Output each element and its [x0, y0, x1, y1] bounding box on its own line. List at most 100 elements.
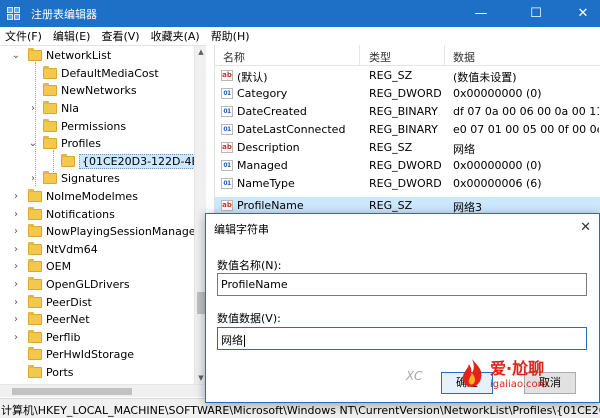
chevron-right-icon[interactable]: › [11, 206, 21, 223]
folder-icon [28, 330, 42, 343]
key-tree: ⌄ NetworkList DefaultMediaCost NewNetwor… [0, 45, 206, 397]
menu-file[interactable]: 文件(F) [0, 28, 48, 44]
tree-item-label: OpenGLDrivers [46, 278, 130, 291]
tree-item-newnetworks[interactable]: NewNetworks [43, 82, 137, 99]
tree-item-notifications[interactable]: › Notifications [11, 206, 115, 223]
value-name: DateLastConnected [237, 123, 346, 136]
column-type[interactable]: 类型 [369, 49, 391, 65]
tree-item-profile-guid[interactable]: {01CE20D3-122D-4EF0- [61, 153, 206, 170]
value-type: REG_SZ [369, 69, 413, 82]
table-row[interactable]: 01 NameType REG_DWORD 0x00000006 (6) [215, 175, 600, 193]
value-data: 0x00000006 (6) [453, 177, 542, 190]
chevron-right-icon[interactable]: › [11, 258, 21, 275]
tree-item-peerdist[interactable]: › PeerDist [11, 294, 92, 311]
tree-item-opengldrivers[interactable]: › OpenGLDrivers [11, 276, 130, 293]
table-row[interactable]: ab (默认) REG_SZ (数值未设置) [215, 67, 600, 85]
table-row[interactable]: 01 Category REG_DWORD 0x00000000 (0) [215, 85, 600, 103]
value-name-label: 数值名称(N): [217, 259, 282, 272]
value-name: Category [237, 87, 288, 100]
menu-edit[interactable]: 编辑(E) [48, 28, 97, 44]
folder-icon [28, 277, 42, 290]
regedit-icon [7, 6, 23, 21]
table-row[interactable]: 01 DateLastConnected REG_BINARY e0 07 01… [215, 121, 600, 139]
value-name-text: ProfileName [221, 278, 288, 291]
tree-item-networklist[interactable]: ⌄ NetworkList [11, 47, 111, 64]
chevron-down-icon[interactable]: ⌄ [11, 47, 21, 64]
menu-view[interactable]: 查看(V) [96, 28, 145, 44]
scroll-up-arrow-icon[interactable]: ▲ [195, 46, 207, 58]
chevron-right-icon[interactable]: › [11, 223, 21, 240]
value-data: (数值未设置) [453, 71, 517, 84]
tree-item-ntvdm64[interactable]: › NtVdm64 [11, 241, 98, 258]
value-type: REG_DWORD [369, 87, 442, 100]
chevron-right-icon[interactable]: › [11, 188, 21, 205]
binary-value-icon: 01 [221, 178, 233, 189]
tree-item-oem[interactable]: › OEM [11, 258, 71, 275]
menu-help[interactable]: 帮助(H) [206, 28, 256, 44]
table-row[interactable]: 01 DateCreated REG_BINARY df 07 0a 00 06… [215, 103, 600, 121]
value-name-field[interactable]: ProfileName [217, 273, 587, 296]
column-name[interactable]: 名称 [223, 49, 245, 65]
chevron-right-icon[interactable]: › [11, 241, 21, 258]
tree-item-label: Nla [61, 102, 80, 115]
tree-item-label: PerHwIdStorage [46, 348, 135, 361]
tree-item-ports[interactable]: Ports [11, 364, 74, 381]
folder-icon [43, 119, 57, 132]
chevron-right-icon[interactable]: › [11, 276, 21, 293]
chevron-right-icon[interactable]: › [11, 311, 21, 328]
folder-icon [28, 295, 42, 308]
value-data: 0x00000000 (0) [453, 87, 542, 100]
dialog-title-bar[interactable]: 编辑字符串 [206, 214, 599, 243]
folder-icon [43, 136, 57, 149]
table-row[interactable]: ab Description REG_SZ 网络 [215, 139, 600, 157]
value-data: 网络 [453, 143, 475, 156]
tree-item-label: NetworkList [46, 49, 112, 62]
binary-value-icon: 01 [221, 106, 233, 117]
tree-item-perflib[interactable]: › Perflib [11, 329, 81, 346]
tree-item-nla[interactable]: › Nla [28, 100, 79, 117]
tree-item-defaultmediacost[interactable]: DefaultMediaCost [43, 65, 159, 82]
tree-horizontal-scrollbar[interactable] [0, 384, 206, 397]
maximize-button[interactable]: ☐ [519, 0, 553, 27]
chevron-right-icon[interactable]: › [28, 100, 38, 117]
minimize-button[interactable]: — [464, 0, 498, 27]
value-data-field[interactable]: 网络 [217, 327, 587, 350]
tree-item-label: NewNetworks [61, 84, 137, 97]
column-data[interactable]: 数据 [453, 49, 475, 65]
chevron-right-icon[interactable]: › [11, 329, 21, 346]
string-value-icon: ab [221, 142, 233, 153]
chevron-right-icon[interactable] [11, 346, 21, 363]
value-type: REG_SZ [369, 141, 413, 154]
chevron-down-icon[interactable]: ⌄ [28, 135, 38, 152]
tree-item-label: PeerDist [46, 296, 92, 309]
menu-bar: 文件(F) 编辑(E) 查看(V) 收藏夹(A) 帮助(H) [0, 27, 600, 45]
tree-item-profiles[interactable]: ⌄ Profiles [28, 135, 101, 152]
folder-icon [28, 365, 42, 378]
dialog-title: 编辑字符串 [214, 222, 269, 236]
close-button[interactable]: ✕ [566, 0, 600, 27]
close-icon[interactable]: ✕ [580, 220, 591, 235]
tree-item-peernet[interactable]: › PeerNet [11, 311, 90, 328]
value-data: e0 07 01 00 05 00 0f 00 0e 0 [453, 123, 599, 136]
chevron-right-icon[interactable]: › [28, 170, 38, 187]
scroll-thumb[interactable] [12, 388, 132, 395]
chevron-right-icon[interactable]: › [11, 294, 21, 311]
tree-item-noimemodelmes[interactable]: › NoImeModelmes [11, 188, 138, 205]
title-bar[interactable]: 注册表编辑器 — ☐ ✕ [0, 0, 600, 27]
chevron-right-icon[interactable] [11, 364, 21, 381]
menu-favorites[interactable]: 收藏夹(A) [146, 28, 206, 44]
tree-item-signatures[interactable]: › Signatures [28, 170, 120, 187]
watermark-url: igaliao.com [490, 379, 548, 390]
tree-item-perhwidstorage[interactable]: PerHwIdStorage [11, 346, 134, 363]
value-name: NameType [237, 177, 295, 190]
value-type: REG_BINARY [369, 105, 438, 118]
scroll-thumb[interactable] [197, 292, 205, 314]
value-type: REG_BINARY [369, 123, 438, 136]
string-value-icon: ab [221, 200, 233, 211]
watermark-brand: 爱·尬聊 [490, 359, 545, 378]
binary-value-icon: 01 [221, 124, 233, 135]
tree-item-label: OEM [46, 260, 72, 273]
tree-item-nowplayingsessionmanager[interactable]: › NowPlayingSessionManager [11, 223, 200, 240]
table-row[interactable]: 01 Managed REG_DWORD 0x00000000 (0) [215, 157, 600, 175]
tree-item-permissions[interactable]: Permissions [43, 118, 126, 135]
